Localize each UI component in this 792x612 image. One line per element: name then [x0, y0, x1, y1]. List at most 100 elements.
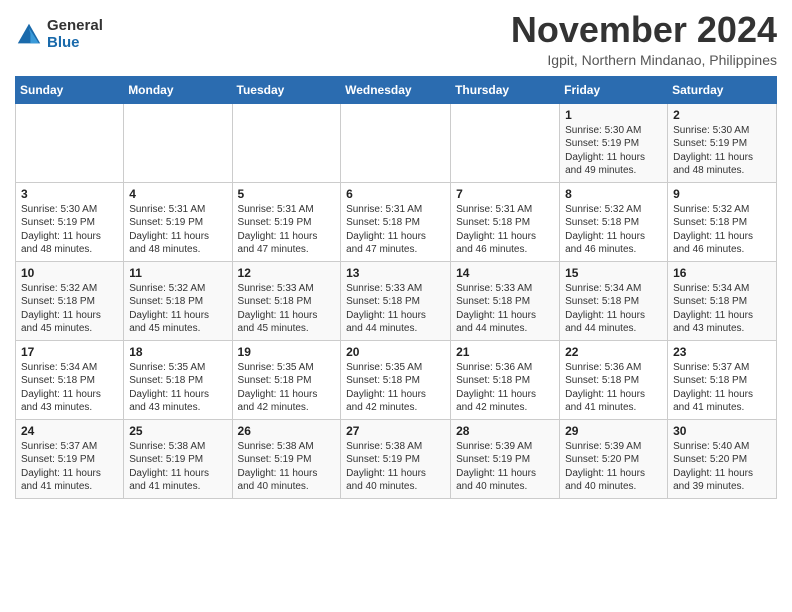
calendar-cell: 5Sunrise: 5:31 AM Sunset: 5:19 PM Daylig… — [232, 182, 341, 261]
cell-content: Sunrise: 5:32 AM Sunset: 5:18 PM Dayligh… — [21, 282, 118, 336]
calendar-cell: 22 Sunrise: 5:36 AM Sunset: 5:18 PM Dayli… — [560, 340, 668, 419]
calendar-cell: 8 Sunrise: 5:32 AM Sunset: 5:18 PM Daylig… — [560, 182, 668, 261]
cell-content: Sunrise: 5:33 AM Sunset: 5:18 PM Dayligh… — [456, 282, 554, 336]
calendar-cell: 12 Sunrise: 5:33 AM Sunset: 5:18 PM Dayli… — [232, 261, 341, 340]
calendar-cell: 3 Sunrise: 5:30 AM Sunset: 5:19 PM Daylig… — [16, 182, 124, 261]
cell-content: Sunrise: 5:39 AM Sunset: 5:20 PM Dayligh… — [565, 440, 662, 494]
calendar-cell: 19 Sunrise: 5:35 AM Sunset: 5:18 PM Dayli… — [232, 340, 341, 419]
cell-content: Sunrise: 5:37 AM Sunset: 5:18 PM Dayligh… — [673, 361, 771, 415]
cell-content: Sunrise: 5:30 AM Sunset: 5:19 PM Dayligh… — [673, 124, 771, 178]
calendar-cell: 15 Sunrise: 5:34 AM Sunset: 5:18 PM Dayli… — [560, 261, 668, 340]
calendar-cell — [341, 103, 451, 182]
cell-content: Sunrise: 5:38 AM Sunset: 5:19 PM Dayligh… — [346, 440, 445, 494]
day-number: 20 — [346, 345, 445, 359]
day-number: 24 — [21, 424, 118, 438]
week-row-4: 17 Sunrise: 5:34 AM Sunset: 5:18 PM Dayli… — [16, 340, 777, 419]
calendar-cell: 30 Sunrise: 5:40 AM Sunset: 5:20 PM Dayli… — [668, 419, 777, 498]
week-row-1: 1Sunrise: 5:30 AM Sunset: 5:19 PM Daylig… — [16, 103, 777, 182]
cell-content: Sunrise: 5:35 AM Sunset: 5:18 PM Dayligh… — [346, 361, 445, 415]
calendar-cell — [451, 103, 560, 182]
cell-content: Sunrise: 5:38 AM Sunset: 5:19 PM Dayligh… — [129, 440, 226, 494]
cell-content: Sunrise: 5:34 AM Sunset: 5:18 PM Dayligh… — [673, 282, 771, 336]
day-number: 18 — [129, 345, 226, 359]
day-number: 22 — [565, 345, 662, 359]
logo-text: General Blue — [47, 18, 103, 51]
day-number: 8 — [565, 187, 662, 201]
weekday-header-monday: Monday — [124, 76, 232, 103]
calendar-cell: 23Sunrise: 5:37 AM Sunset: 5:18 PM Dayli… — [668, 340, 777, 419]
cell-content: Sunrise: 5:31 AM Sunset: 5:19 PM Dayligh… — [129, 203, 226, 257]
cell-content: Sunrise: 5:38 AM Sunset: 5:19 PM Dayligh… — [238, 440, 336, 494]
day-number: 17 — [21, 345, 118, 359]
week-row-5: 24 Sunrise: 5:37 AM Sunset: 5:19 PM Dayli… — [16, 419, 777, 498]
cell-content: Sunrise: 5:36 AM Sunset: 5:18 PM Dayligh… — [565, 361, 662, 415]
calendar-cell: 13Sunrise: 5:33 AM Sunset: 5:18 PM Dayli… — [341, 261, 451, 340]
calendar-cell: 10 Sunrise: 5:32 AM Sunset: 5:18 PM Dayli… — [16, 261, 124, 340]
cell-content: Sunrise: 5:31 AM Sunset: 5:18 PM Dayligh… — [456, 203, 554, 257]
cell-content: Sunrise: 5:34 AM Sunset: 5:18 PM Dayligh… — [21, 361, 118, 415]
month-title: November 2024 — [511, 10, 777, 50]
weekday-header-wednesday: Wednesday — [341, 76, 451, 103]
logo: General Blue — [15, 18, 103, 51]
cell-content: Sunrise: 5:32 AM Sunset: 5:18 PM Dayligh… — [565, 203, 662, 257]
cell-content: Sunrise: 5:39 AM Sunset: 5:19 PM Dayligh… — [456, 440, 554, 494]
calendar-cell: 16 Sunrise: 5:34 AM Sunset: 5:18 PM Dayli… — [668, 261, 777, 340]
day-number: 26 — [238, 424, 336, 438]
calendar-cell: 21Sunrise: 5:36 AM Sunset: 5:18 PM Dayli… — [451, 340, 560, 419]
day-number: 13 — [346, 266, 445, 280]
calendar-cell: 24 Sunrise: 5:37 AM Sunset: 5:19 PM Dayli… — [16, 419, 124, 498]
calendar-cell — [16, 103, 124, 182]
calendar-cell: 4 Sunrise: 5:31 AM Sunset: 5:19 PM Daylig… — [124, 182, 232, 261]
cell-content: Sunrise: 5:37 AM Sunset: 5:19 PM Dayligh… — [21, 440, 118, 494]
day-number: 3 — [21, 187, 118, 201]
calendar-cell: 26 Sunrise: 5:38 AM Sunset: 5:19 PM Dayli… — [232, 419, 341, 498]
day-number: 7 — [456, 187, 554, 201]
weekday-header-thursday: Thursday — [451, 76, 560, 103]
cell-content: Sunrise: 5:32 AM Sunset: 5:18 PM Dayligh… — [673, 203, 771, 257]
calendar-cell: 25 Sunrise: 5:38 AM Sunset: 5:19 PM Dayli… — [124, 419, 232, 498]
cell-content: Sunrise: 5:32 AM Sunset: 5:18 PM Dayligh… — [129, 282, 226, 336]
day-number: 29 — [565, 424, 662, 438]
calendar-cell: 1Sunrise: 5:30 AM Sunset: 5:19 PM Daylig… — [560, 103, 668, 182]
day-number: 25 — [129, 424, 226, 438]
weekday-header-tuesday: Tuesday — [232, 76, 341, 103]
day-number: 4 — [129, 187, 226, 201]
calendar-cell: 7 Sunrise: 5:31 AM Sunset: 5:18 PM Daylig… — [451, 182, 560, 261]
page-header: General Blue November 2024 Igpit, Northe… — [15, 10, 777, 68]
calendar-cell: 27 Sunrise: 5:38 AM Sunset: 5:19 PM Dayli… — [341, 419, 451, 498]
weekday-header-saturday: Saturday — [668, 76, 777, 103]
calendar-cell: 2Sunrise: 5:30 AM Sunset: 5:19 PM Daylig… — [668, 103, 777, 182]
logo-blue: Blue — [47, 35, 103, 52]
calendar-cell: 29 Sunrise: 5:39 AM Sunset: 5:20 PM Dayli… — [560, 419, 668, 498]
day-number: 19 — [238, 345, 336, 359]
cell-content: Sunrise: 5:33 AM Sunset: 5:18 PM Dayligh… — [238, 282, 336, 336]
day-number: 30 — [673, 424, 771, 438]
weekday-header-row: SundayMondayTuesdayWednesdayThursdayFrid… — [16, 76, 777, 103]
cell-content: Sunrise: 5:31 AM Sunset: 5:18 PM Dayligh… — [346, 203, 445, 257]
day-number: 28 — [456, 424, 554, 438]
day-number: 16 — [673, 266, 771, 280]
day-number: 11 — [129, 266, 226, 280]
title-block: November 2024 Igpit, Northern Mindanao, … — [511, 10, 777, 68]
week-row-3: 10 Sunrise: 5:32 AM Sunset: 5:18 PM Dayli… — [16, 261, 777, 340]
cell-content: Sunrise: 5:35 AM Sunset: 5:18 PM Dayligh… — [238, 361, 336, 415]
cell-content: Sunrise: 5:30 AM Sunset: 5:19 PM Dayligh… — [21, 203, 118, 257]
weekday-header-friday: Friday — [560, 76, 668, 103]
calendar-cell: 9Sunrise: 5:32 AM Sunset: 5:18 PM Daylig… — [668, 182, 777, 261]
cell-content: Sunrise: 5:40 AM Sunset: 5:20 PM Dayligh… — [673, 440, 771, 494]
cell-content: Sunrise: 5:34 AM Sunset: 5:18 PM Dayligh… — [565, 282, 662, 336]
day-number: 12 — [238, 266, 336, 280]
weekday-header-sunday: Sunday — [16, 76, 124, 103]
calendar-cell: 18Sunrise: 5:35 AM Sunset: 5:18 PM Dayli… — [124, 340, 232, 419]
calendar-cell: 17 Sunrise: 5:34 AM Sunset: 5:18 PM Dayli… — [16, 340, 124, 419]
calendar-cell — [124, 103, 232, 182]
cell-content: Sunrise: 5:30 AM Sunset: 5:19 PM Dayligh… — [565, 124, 662, 178]
day-number: 10 — [21, 266, 118, 280]
cell-content: Sunrise: 5:36 AM Sunset: 5:18 PM Dayligh… — [456, 361, 554, 415]
day-number: 15 — [565, 266, 662, 280]
week-row-2: 3 Sunrise: 5:30 AM Sunset: 5:19 PM Daylig… — [16, 182, 777, 261]
day-number: 27 — [346, 424, 445, 438]
calendar-cell: 6Sunrise: 5:31 AM Sunset: 5:18 PM Daylig… — [341, 182, 451, 261]
day-number: 5 — [238, 187, 336, 201]
calendar-cell: 28 Sunrise: 5:39 AM Sunset: 5:19 PM Dayli… — [451, 419, 560, 498]
